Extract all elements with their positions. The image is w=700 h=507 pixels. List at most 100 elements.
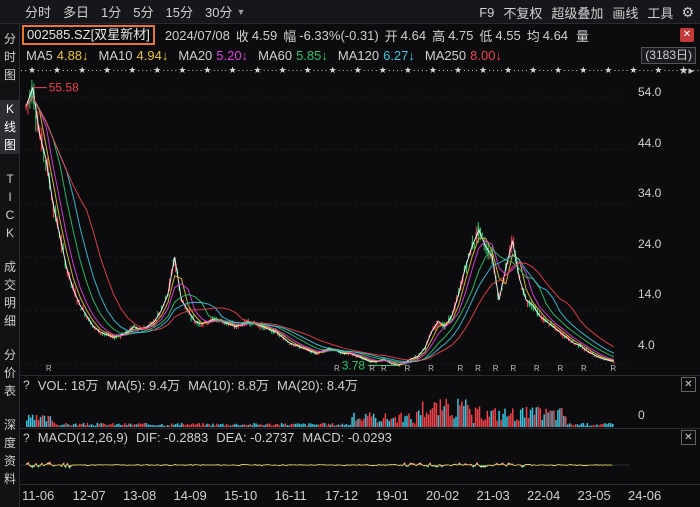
volume-bar xyxy=(84,425,87,427)
main-price-chart[interactable]: 55.58 3.78 R R R R R R R R R R R R R R xyxy=(20,80,630,375)
volume-bar xyxy=(212,423,214,427)
side-tab-kline[interactable]: K线图 xyxy=(0,100,20,154)
volume-bar xyxy=(341,423,344,427)
volume-bar xyxy=(114,425,116,427)
macd-chart[interactable] xyxy=(20,446,630,484)
volume-bar xyxy=(112,423,114,427)
volume-bar xyxy=(227,425,230,427)
period-toolbar: 分时 多日 1分 5分 15分 30分 ▼ F9 不复权 超级叠加 画线 工具 … xyxy=(0,0,700,24)
f9-button[interactable]: F9 xyxy=(479,5,494,20)
volume-bar xyxy=(294,423,297,427)
gear-icon[interactable]: ⚙ xyxy=(681,4,694,21)
high-annotation: 55.58 xyxy=(49,81,79,95)
volume-bar xyxy=(392,418,395,427)
volume-bar xyxy=(39,417,42,427)
volume-bar xyxy=(276,423,279,427)
price-y-axis: 54.0 44.0 34.0 24.0 14.0 4.0 xyxy=(630,80,700,375)
volume-bar xyxy=(53,422,55,427)
volume-chart-svg xyxy=(26,398,614,427)
volume-bar xyxy=(76,425,79,427)
days-count-box[interactable]: (3183日) xyxy=(641,47,696,64)
side-tab-trade-detail[interactable]: 成交明细 xyxy=(0,258,20,330)
volume-bar xyxy=(517,420,520,427)
y-tick: 34.0 xyxy=(638,186,662,200)
draw-line-button[interactable]: 画线 xyxy=(612,3,638,22)
tab-multi-day[interactable]: 多日 xyxy=(63,2,89,21)
close-value: 4.59 xyxy=(251,27,278,43)
volume-bar xyxy=(423,417,426,427)
volume-bar xyxy=(541,419,543,427)
volume-bar xyxy=(200,425,202,427)
super-overlay-button[interactable]: 超级叠加 xyxy=(551,3,603,22)
low-value: 4.55 xyxy=(495,27,521,43)
side-tab-depth-info[interactable]: 深度资料 xyxy=(0,416,20,496)
volume-bar xyxy=(439,399,442,427)
side-tab-tick[interactable]: TICK xyxy=(0,170,20,242)
volume-bar xyxy=(584,425,587,427)
volume-bar xyxy=(210,425,212,427)
x-tick: 22-04 xyxy=(527,488,561,503)
volume-bar xyxy=(188,424,191,427)
vol-y-tick: 0 xyxy=(638,408,645,422)
volume-bar xyxy=(69,425,71,427)
volume-bar xyxy=(157,425,159,427)
volume-bar xyxy=(414,423,416,427)
volume-bar xyxy=(61,424,63,427)
more-icon[interactable]: ★▸ xyxy=(679,64,694,77)
volume-bar xyxy=(553,410,555,427)
volume-bar xyxy=(206,423,208,427)
side-tab-price-table[interactable]: 分价表 xyxy=(0,346,20,400)
ma60-line xyxy=(25,96,615,363)
tab-15min[interactable]: 15分 xyxy=(166,2,193,21)
tab-intraday[interactable]: 分时 xyxy=(25,2,51,21)
volume-bar xyxy=(529,409,532,427)
candle-body xyxy=(593,355,596,357)
volume-bar xyxy=(151,424,153,427)
tab-30min[interactable]: 30分 xyxy=(205,2,232,21)
vol-ma5: MA(5): 9.4万 xyxy=(106,378,181,393)
tab-5min[interactable]: 5分 xyxy=(133,2,153,21)
change-label: 幅 xyxy=(283,28,297,44)
volume-bar xyxy=(388,420,391,427)
price-chart-svg: 55.583.78R R R R R R R R R R R R R R xyxy=(20,80,630,373)
no-adjust-button[interactable]: 不复权 xyxy=(503,3,542,22)
volume-bar xyxy=(357,418,359,427)
volume-bar xyxy=(106,425,108,427)
candle-body xyxy=(548,324,550,326)
ma120-line xyxy=(25,96,615,363)
volume-bar xyxy=(127,423,130,427)
period-dropdown-icon[interactable]: ▼ xyxy=(236,7,245,17)
volume-bar xyxy=(147,424,150,427)
x-tick: 19-01 xyxy=(375,488,409,503)
side-tab-intraday[interactable]: 分时图 xyxy=(0,30,20,84)
low-annotation: 3.78 xyxy=(342,358,366,372)
candle-body xyxy=(80,308,82,310)
candle-body xyxy=(99,333,102,335)
volume-bar xyxy=(502,413,504,427)
volume-bar xyxy=(310,423,312,427)
help-icon[interactable]: ? xyxy=(23,378,30,392)
close-icon[interactable]: ✕ xyxy=(681,377,696,392)
help-icon[interactable]: ? xyxy=(23,431,30,445)
volume-bar xyxy=(382,418,385,427)
volume-bar xyxy=(282,424,285,427)
volume-chart[interactable] xyxy=(20,393,630,427)
tools-button[interactable]: 工具 xyxy=(647,3,673,22)
close-icon[interactable]: ✕ xyxy=(680,28,694,42)
tab-1min[interactable]: 1分 xyxy=(101,2,121,21)
rights-marker: R xyxy=(581,364,587,373)
volume-bar xyxy=(33,420,36,427)
volume-bar xyxy=(406,415,408,427)
volume-bar xyxy=(590,425,592,427)
volume-bar xyxy=(155,425,157,427)
x-tick: 11-06 xyxy=(22,488,55,503)
volume-bar xyxy=(355,420,357,427)
volume-bar xyxy=(398,414,400,427)
stock-code-box[interactable]: 002585.SZ[双星新材] xyxy=(22,25,155,45)
volume-bar xyxy=(239,425,242,427)
close-icon[interactable]: ✕ xyxy=(681,430,696,445)
volume-bar xyxy=(602,423,604,427)
volume-bar xyxy=(26,420,28,427)
volume-bar xyxy=(472,423,475,427)
volume-bar xyxy=(214,425,216,427)
